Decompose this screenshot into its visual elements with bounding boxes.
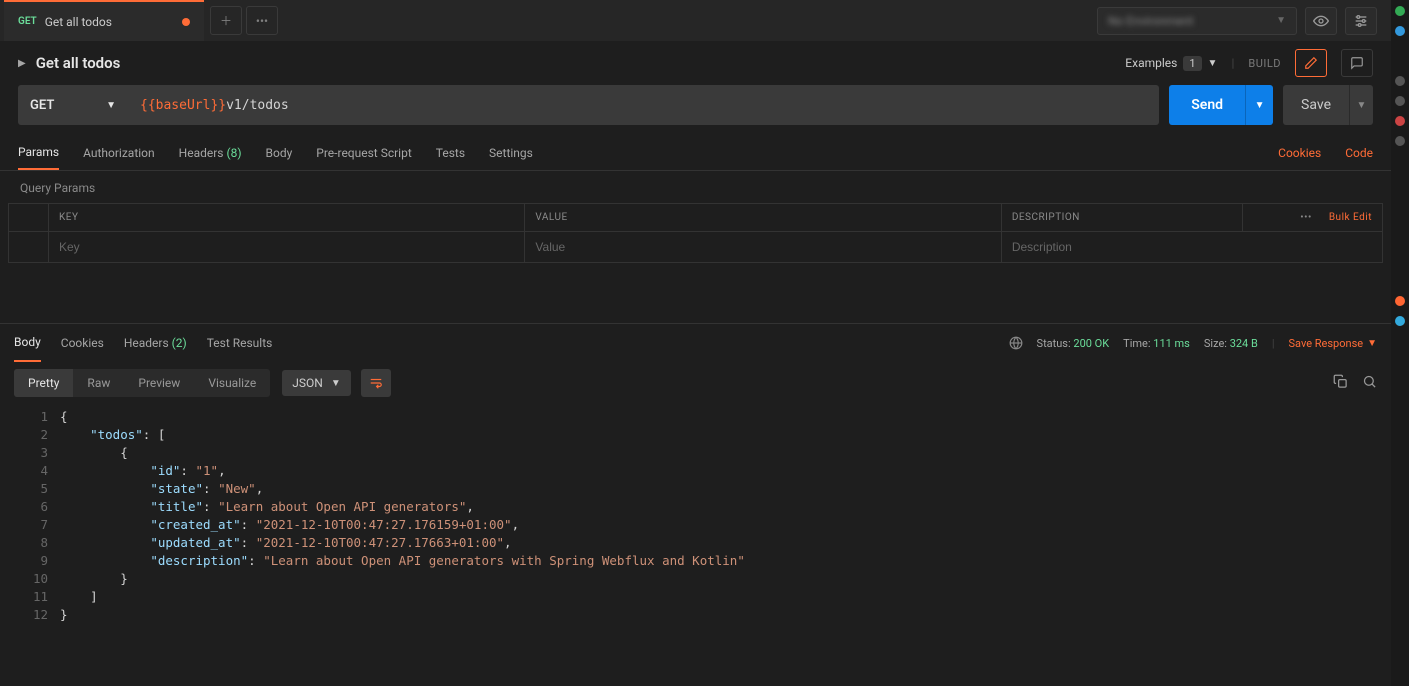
chevron-down-icon: ▼ bbox=[331, 378, 341, 389]
column-value: VALUE bbox=[525, 204, 1001, 232]
request-title: Get all todos bbox=[36, 54, 121, 72]
code-link[interactable]: Code bbox=[1345, 146, 1373, 160]
sliders-icon bbox=[1353, 13, 1369, 29]
chevron-down-icon: ▼ bbox=[106, 100, 116, 111]
tab-bar: GET Get all todos ＋ ••• No Environment ▼ bbox=[0, 0, 1391, 41]
edit-button[interactable] bbox=[1295, 49, 1327, 77]
response-body[interactable]: 123456789101112 { "todos": [ { "id": "1"… bbox=[0, 404, 1391, 628]
chevron-down-icon: ▼ bbox=[1367, 338, 1377, 349]
param-value-input[interactable] bbox=[535, 240, 990, 254]
http-method-select[interactable]: GET ▼ bbox=[18, 85, 128, 125]
chevron-down-icon: ▼ bbox=[1208, 58, 1218, 69]
query-params-label: Query Params bbox=[0, 171, 1391, 203]
send-dropdown[interactable]: ▼ bbox=[1245, 85, 1273, 125]
comment-button[interactable] bbox=[1341, 49, 1373, 77]
response-view-toolbar: Pretty Raw Preview Visualize JSON ▼ bbox=[0, 362, 1391, 404]
view-visualize[interactable]: Visualize bbox=[194, 369, 270, 397]
save-response-dropdown[interactable]: Save Response ▼ bbox=[1289, 337, 1377, 350]
chevron-down-icon: ▼ bbox=[1357, 100, 1367, 111]
search-icon bbox=[1362, 374, 1377, 389]
request-tabs: Params Authorization Headers (8) Body Pr… bbox=[0, 135, 1391, 171]
copy-response-button[interactable] bbox=[1333, 374, 1348, 392]
pencil-icon bbox=[1304, 56, 1318, 70]
resp-tab-headers[interactable]: Headers (2) bbox=[124, 324, 187, 362]
chevron-down-icon: ▼ bbox=[1276, 15, 1286, 26]
size-label: Size: bbox=[1204, 337, 1227, 350]
examples-dropdown[interactable]: Examples 1 ▼ bbox=[1125, 56, 1217, 71]
environment-quicklook-button[interactable] bbox=[1305, 7, 1337, 35]
time-label: Time: bbox=[1123, 337, 1150, 350]
new-tab-button[interactable]: ＋ bbox=[210, 6, 242, 35]
size-value: 324 B bbox=[1230, 337, 1258, 350]
url-input[interactable]: {{baseUrl}}v1/todos bbox=[128, 85, 1159, 125]
param-key-input[interactable] bbox=[59, 240, 514, 254]
view-pretty[interactable]: Pretty bbox=[14, 369, 73, 397]
unsaved-indicator-icon bbox=[182, 18, 190, 26]
copy-icon bbox=[1333, 374, 1348, 389]
resp-tab-body[interactable]: Body bbox=[14, 324, 41, 362]
resp-tab-testresults[interactable]: Test Results bbox=[207, 324, 273, 362]
status-value: 200 OK bbox=[1073, 337, 1109, 350]
environment-value: No Environment bbox=[1108, 14, 1193, 28]
environment-settings-button[interactable] bbox=[1345, 7, 1377, 35]
param-description-input[interactable] bbox=[1012, 240, 1372, 254]
view-raw[interactable]: Raw bbox=[73, 369, 124, 397]
resp-tab-cookies[interactable]: Cookies bbox=[61, 324, 104, 362]
status-label: Status: bbox=[1037, 337, 1071, 350]
comment-icon bbox=[1350, 56, 1364, 70]
url-variable: {{baseUrl}} bbox=[140, 98, 226, 113]
param-row bbox=[9, 232, 1383, 263]
column-key: KEY bbox=[49, 204, 525, 232]
cookies-link[interactable]: Cookies bbox=[1278, 146, 1321, 160]
save-button[interactable]: Save ▼ bbox=[1283, 85, 1373, 125]
tab-authorization[interactable]: Authorization bbox=[83, 135, 155, 170]
wrap-lines-button[interactable] bbox=[361, 369, 391, 397]
examples-count: 1 bbox=[1183, 56, 1201, 71]
response-tabs: Body Cookies Headers (2) Test Results St… bbox=[0, 324, 1391, 362]
expand-icon[interactable]: ▶ bbox=[18, 58, 26, 69]
tab-overflow-button[interactable]: ••• bbox=[246, 6, 278, 35]
column-description: DESCRIPTION bbox=[1001, 204, 1242, 232]
tab-headers[interactable]: Headers (8) bbox=[179, 135, 242, 170]
column-options-button[interactable]: ••• bbox=[1300, 212, 1312, 223]
tab-tests[interactable]: Tests bbox=[436, 135, 465, 170]
right-dock bbox=[1391, 0, 1409, 686]
chevron-down-icon: ▼ bbox=[1255, 100, 1265, 111]
tab-method-badge: GET bbox=[18, 16, 37, 27]
request-header: ▶ Get all todos Examples 1 ▼ | BUILD bbox=[0, 41, 1391, 85]
url-path: v1/todos bbox=[226, 98, 289, 113]
globe-icon[interactable] bbox=[1009, 336, 1023, 350]
request-tab[interactable]: GET Get all todos bbox=[4, 0, 204, 41]
save-dropdown[interactable]: ▼ bbox=[1349, 85, 1373, 125]
environment-select[interactable]: No Environment ▼ bbox=[1097, 7, 1297, 35]
tab-title: Get all todos bbox=[45, 15, 112, 29]
query-params-table: KEY VALUE DESCRIPTION ••• Bulk Edit bbox=[8, 203, 1383, 263]
tab-body[interactable]: Body bbox=[266, 135, 293, 170]
bulk-edit-link[interactable]: Bulk Edit bbox=[1329, 212, 1372, 223]
tab-settings[interactable]: Settings bbox=[489, 135, 533, 170]
eye-icon bbox=[1313, 13, 1329, 29]
url-row: GET ▼ {{baseUrl}}v1/todos Send ▼ Save ▼ bbox=[18, 85, 1373, 125]
view-preview[interactable]: Preview bbox=[124, 369, 194, 397]
send-button[interactable]: Send ▼ bbox=[1169, 85, 1273, 125]
time-value: 111 ms bbox=[1153, 337, 1190, 350]
build-label[interactable]: BUILD bbox=[1248, 57, 1281, 70]
wrap-icon bbox=[368, 376, 384, 390]
tab-prerequest[interactable]: Pre-request Script bbox=[316, 135, 411, 170]
tab-params[interactable]: Params bbox=[18, 135, 59, 170]
search-response-button[interactable] bbox=[1362, 374, 1377, 392]
format-select[interactable]: JSON ▼ bbox=[282, 370, 350, 396]
